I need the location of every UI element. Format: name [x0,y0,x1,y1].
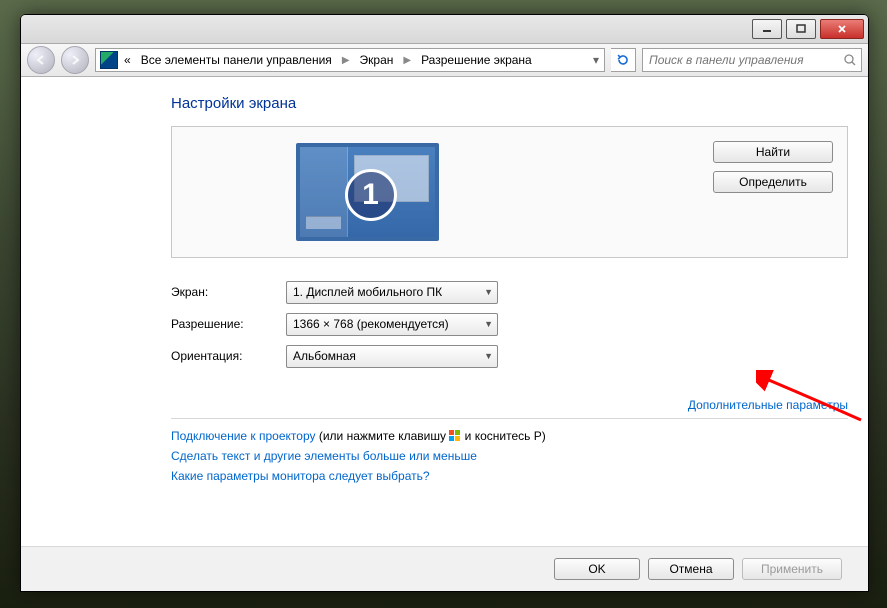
resolution-value: 1366 × 768 (рекомендуется) [293,317,449,331]
cancel-button[interactable]: Отмена [648,558,734,580]
display-value: 1. Дисплей мобильного ПК [293,285,442,299]
page-heading: Настройки экрана [171,95,848,112]
main-content: Настройки экрана 1 Найти Определить Экра… [21,77,868,591]
orientation-label: Ориентация: [171,349,286,363]
resolution-dropdown[interactable]: 1366 × 768 (рекомендуется) ▼ [286,313,498,336]
breadcrumb-prefix: « [120,53,135,67]
display-thumbnail[interactable]: 1 [296,143,439,241]
breadcrumb-root[interactable]: Все элементы панели управления [137,53,336,67]
navigation-bar: « Все элементы панели управления ▶ Экран… [21,44,868,77]
control-panel-icon [100,51,118,69]
identify-button[interactable]: Определить [713,171,833,193]
projector-hint-after: и коснитесь P) [461,429,545,443]
address-bar[interactable]: « Все элементы панели управления ▶ Экран… [95,48,605,72]
search-box[interactable] [642,48,862,72]
advanced-settings-link[interactable]: Дополнительные параметры [688,398,848,412]
window-titlebar [21,15,868,44]
search-icon [843,53,857,67]
display-preview-box: 1 Найти Определить [171,126,848,258]
dialog-button-bar: OK Отмена Применить [21,546,868,591]
chevron-right-icon: ▶ [338,55,354,66]
orientation-value: Альбомная [293,349,356,363]
chevron-down-icon: ▼ [484,351,493,361]
projector-link[interactable]: Подключение к проектору [171,429,316,443]
display-dropdown[interactable]: 1. Дисплей мобильного ПК ▼ [286,281,498,304]
display-label: Экран: [171,285,286,299]
chevron-down-icon: ▼ [484,319,493,329]
text-size-link[interactable]: Сделать текст и другие элементы больше и… [171,449,477,463]
ok-button[interactable]: OK [554,558,640,580]
back-button[interactable] [27,46,55,74]
which-monitor-link[interactable]: Какие параметры монитора следует выбрать… [171,469,430,483]
windows-key-icon [449,430,461,442]
maximize-button[interactable] [786,19,816,39]
address-dropdown-icon[interactable]: ▾ [588,53,604,67]
chevron-right-icon: ▶ [399,55,415,66]
chevron-down-icon: ▼ [484,287,493,297]
breadcrumb-resolution[interactable]: Разрешение экрана [417,53,536,67]
control-panel-window: « Все элементы панели управления ▶ Экран… [20,14,869,592]
breadcrumb-display[interactable]: Экран [356,53,398,67]
projector-hint-before: (или нажмите клавишу [316,429,450,443]
forward-button[interactable] [61,46,89,74]
apply-button: Применить [742,558,842,580]
refresh-button[interactable] [611,48,636,72]
close-button[interactable] [820,19,864,39]
display-number-badge: 1 [345,169,397,221]
resolution-label: Разрешение: [171,317,286,331]
minimize-button[interactable] [752,19,782,39]
detect-button[interactable]: Найти [713,141,833,163]
separator [171,418,848,419]
orientation-dropdown[interactable]: Альбомная ▼ [286,345,498,368]
search-input[interactable] [647,52,843,68]
